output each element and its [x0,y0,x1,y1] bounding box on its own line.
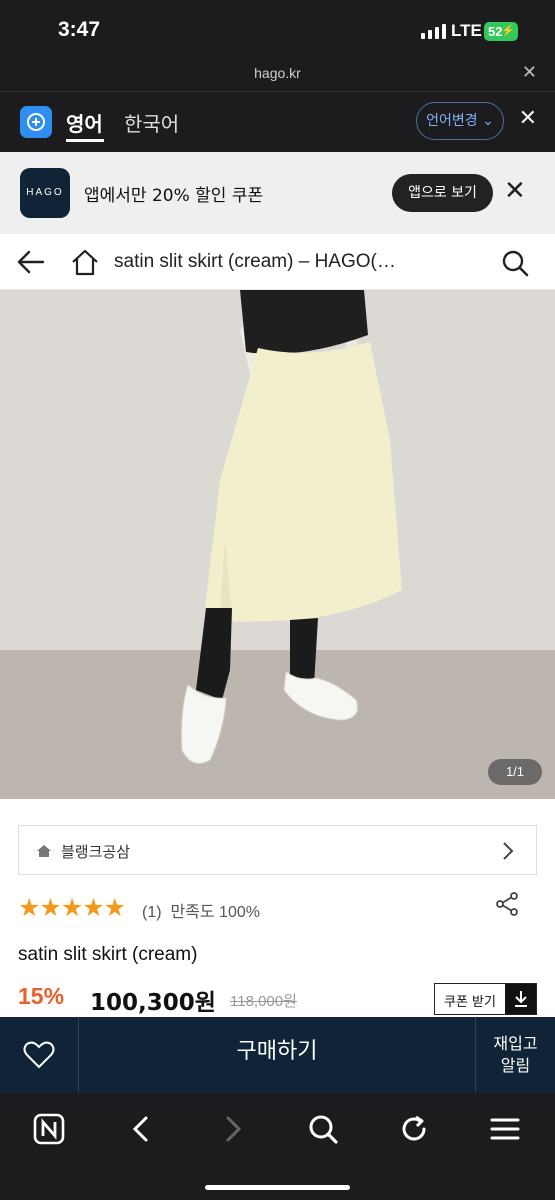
url-bar[interactable]: hago.kr ✕ [0,58,555,92]
refresh-icon[interactable] [394,1109,434,1149]
battery-level: 52 [488,24,503,39]
buy-button[interactable]: 구매하기 [79,1017,475,1093]
naver-home-icon[interactable] [29,1109,69,1149]
product-name: satin slit skirt (cream) [18,944,198,965]
hago-logo: HAGO [20,168,70,218]
page-title: satin slit skirt (cream) – HAGO(… [114,251,396,272]
shop-name: 블랭크공삼 [61,843,131,861]
battery-icon: 52 ⚡ [484,22,518,41]
home-indicator [205,1185,350,1190]
product-image[interactable] [0,290,555,799]
translate-icon [20,106,52,138]
network-type: LTE [451,21,482,40]
share-icon[interactable] [494,891,520,921]
wishlist-heart-icon[interactable] [0,1017,79,1093]
rating-stars: ★★★★★ [18,893,126,922]
product-info: 블랭크공삼 ★★★★★ (1) 만족도 100% satin slit skir… [0,799,555,1017]
coupon-label: 쿠폰 받기 [444,995,496,1010]
restock-label-line1: 재입고 [493,1034,538,1053]
change-language-label: 언어변경 [426,113,478,129]
satisfaction-rate: 만족도 100% [170,904,260,921]
search-icon[interactable] [303,1109,343,1149]
status-bar: 3:47 LTE 52 ⚡ [0,0,555,58]
discount-rate: 15% [18,983,65,1009]
back-arrow-icon[interactable] [16,248,46,280]
tab-target-language[interactable]: 한국어 [124,108,179,137]
open-app-button[interactable]: 앱으로 보기 [392,174,493,212]
forward-icon[interactable] [213,1109,253,1149]
page-header: satin slit skirt (cream) – HAGO(… [0,234,555,290]
rating-summary[interactable]: (1) 만족도 100% [142,898,260,922]
image-counter: 1/1 [488,759,542,785]
back-icon[interactable] [121,1109,161,1149]
url-text[interactable]: hago.kr [0,65,555,81]
browser-toolbar [0,1093,555,1200]
translate-bar: 영어 한국어 언어변경 ⌄ ✕ [0,92,555,152]
search-icon[interactable] [500,248,530,282]
status-time: 3:47 [58,18,101,41]
home-icon[interactable] [70,248,100,280]
signal-icon [421,23,446,39]
app-banner: HAGO 앱에서만 20% 할인 쿠폰 앱으로 보기 ✕ [0,152,555,234]
close-banner-icon[interactable]: ✕ [504,176,526,206]
restock-label-line2: 알림 [500,1056,531,1075]
chevron-down-icon: ⌄ [482,113,494,129]
original-price: 118,000원 [230,993,297,1010]
shop-link[interactable]: 블랭크공삼 [18,825,537,875]
restock-alert-button[interactable]: 재입고 알림 [475,1017,555,1093]
change-language-button[interactable]: 언어변경 ⌄ [416,102,504,140]
download-icon [505,984,536,1014]
close-icon[interactable]: ✕ [522,62,537,83]
tab-source-language[interactable]: 영어 [66,108,103,137]
active-tab-indicator [66,139,104,142]
shop-home-icon [36,843,52,862]
purchase-bar: 구매하기 재입고 알림 [0,1017,555,1093]
sale-price: 100,300원 [90,990,216,1016]
banner-message: 앱에서만 20% 할인 쿠폰 [84,186,264,206]
review-count: (1) [142,904,162,921]
close-translate-icon[interactable]: ✕ [519,106,537,131]
chevron-right-icon [502,841,514,865]
menu-icon[interactable] [485,1109,525,1149]
coupon-button[interactable]: 쿠폰 받기 [434,983,537,1015]
